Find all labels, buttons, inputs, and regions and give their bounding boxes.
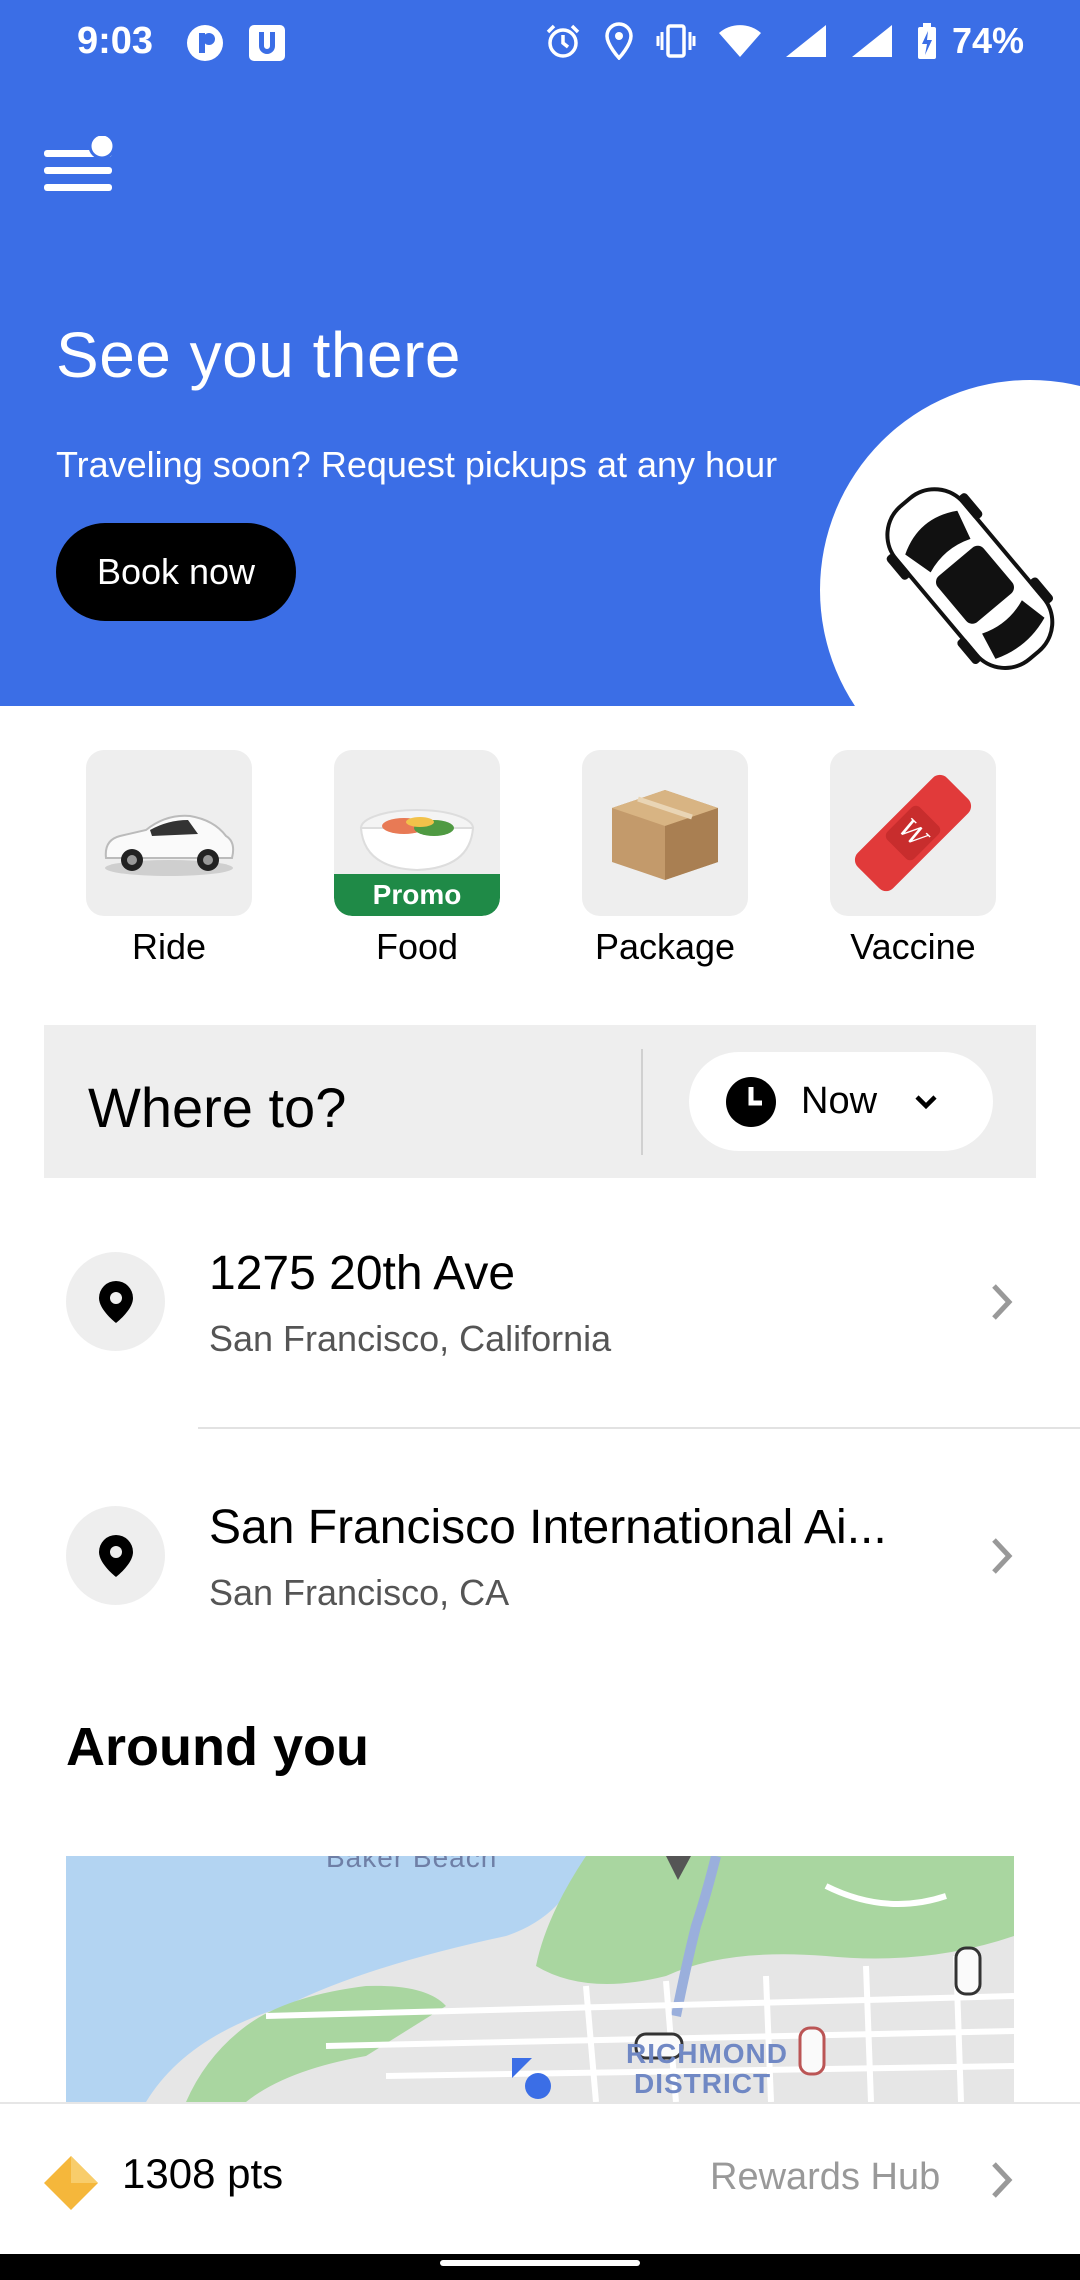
rewards-bar[interactable]: 1308 pts Rewards Hub [0,2102,1080,2276]
system-nav-bar [0,2254,1080,2280]
hero-banner: 9:03 74% See you there Traveling soon? R… [0,0,1080,706]
rewards-points: 1308 pts [122,2150,284,2197]
nearby-car-icon-3 [954,1946,982,1996]
place-title: San Francisco International Ai... [209,1501,887,1554]
service-tile [86,750,252,916]
divider [641,1049,643,1155]
place-subtitle: San Francisco, California [209,1318,612,1359]
saved-place-item[interactable]: San Francisco International Ai... San Fr… [0,1501,1080,1706]
services-row: Ride Promo Food Package W Vaccine [0,750,1080,970]
signal-icon-2 [851,25,892,57]
map-label-richmond: RICHMOND [626,2038,788,2069]
alarm-icon [546,24,580,58]
chevron-right-icon [992,1284,1013,1320]
chevron-right-icon [992,2162,1013,2198]
location-icon [605,22,633,60]
service-tile: W [830,750,996,916]
app-u-icon [249,25,285,61]
status-time: 9:03 [77,20,154,62]
chevron-right-icon [992,1538,1013,1574]
place-pin [66,1252,165,1351]
service-package[interactable]: Package [582,750,748,968]
place-pin [66,1506,165,1605]
saved-place-item[interactable]: 1275 20th Ave San Francisco, California [0,1247,1080,1452]
nearby-car-icon-2 [798,2026,826,2076]
home-indicator[interactable] [440,2260,640,2266]
where-to-search[interactable]: Where to? Now [44,1025,1036,1178]
battery-percentage: 74% [951,20,1024,61]
chevron-down-icon [915,1094,937,1109]
clock-icon [726,1076,776,1127]
book-now-button[interactable]: Book now [56,523,296,621]
service-tile [582,750,748,916]
location-pin-icon [98,1280,133,1323]
service-label: Ride [131,926,207,967]
package-box-icon [612,790,718,880]
service-food[interactable]: Promo Food [334,750,500,968]
promo-badge: Promo [334,874,500,916]
vibrate-icon [656,24,696,58]
rewards-diamond-icon [44,2156,98,2210]
map-preview[interactable]: Baker Beach RICHMOND DISTRICT [66,1856,1014,2102]
map-graphic [66,1856,1014,2102]
wifi-icon [718,25,761,57]
battery-icon [917,23,936,59]
status-icons: 74% [544,20,1024,62]
service-label: Package [594,926,736,967]
service-label: Food [375,926,459,967]
menu-button[interactable] [44,132,120,200]
app-r-icon [187,25,223,61]
service-vaccine[interactable]: W Vaccine [830,750,996,968]
around-you-title: Around you [66,1717,369,1777]
hero-title: See you there [56,319,461,391]
car-icon [104,814,235,876]
rewards-hub-link[interactable]: Rewards Hub [710,2156,940,2199]
signal-icon [785,25,826,57]
map-label-baker-beach: Baker Beach [326,1856,498,1873]
service-ride[interactable]: Ride [86,750,252,968]
schedule-time-label: Now [801,1080,878,1122]
service-label: Vaccine [850,926,976,967]
place-subtitle: San Francisco, CA [209,1572,510,1613]
status-bar: 9:03 74% [0,0,1080,90]
place-title: 1275 20th Ave [209,1247,516,1300]
hamburger-menu-icon [44,132,116,191]
schedule-time-button[interactable]: Now [689,1052,993,1151]
service-tile: Promo [334,750,500,916]
divider [198,1427,1080,1429]
hero-subtitle: Traveling soon? Request pickups at any h… [56,444,778,485]
bandage-icon: W [854,774,972,892]
map-label-district: DISTRICT [634,2068,772,2099]
where-to-label: Where to? [88,1076,347,1139]
location-pin-icon [98,1534,133,1577]
car-illustration-icon [885,487,1055,670]
